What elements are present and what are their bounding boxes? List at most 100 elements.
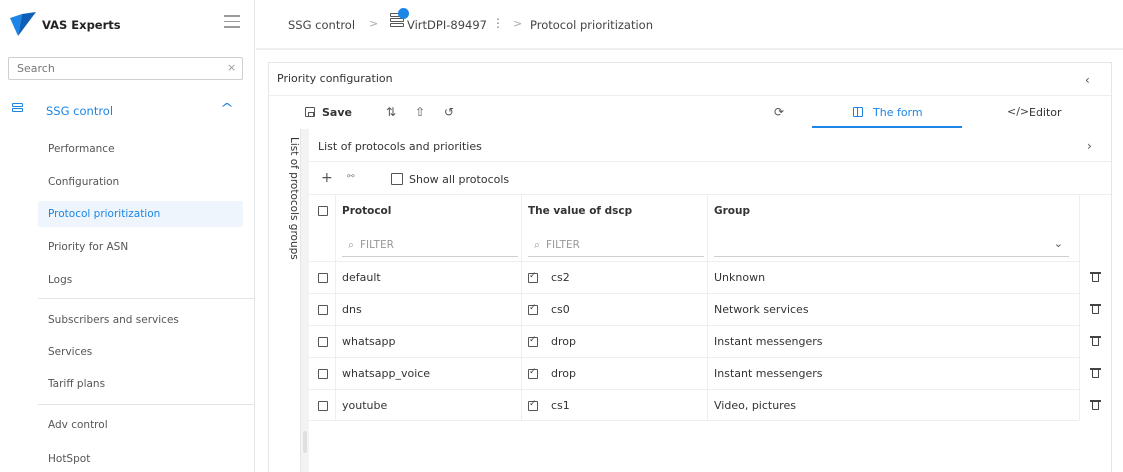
row-checkbox[interactable] — [318, 305, 328, 315]
dscp-cell: cs1 — [551, 399, 570, 412]
dscp-cell: cs2 — [551, 271, 570, 284]
sidebar-item-performance[interactable]: Performance — [38, 136, 243, 162]
sidebar-item-protocol-prioritization[interactable]: Protocol prioritization — [38, 201, 243, 227]
sidebar-section-label: SSG control — [46, 104, 114, 118]
dscp-cell: cs0 — [551, 303, 570, 316]
delete-icon[interactable] — [1090, 368, 1101, 378]
breadcrumb-ssg-control[interactable]: SSG control — [288, 18, 355, 32]
link-icon[interactable]: ⚯ — [347, 172, 355, 182]
group-cell: Video, pictures — [714, 399, 796, 412]
priority-configuration-panel: Priority configuration ‹ Save ⇅ ⇧ ↺ ⟳ Th… — [268, 62, 1112, 472]
delete-icon[interactable] — [1090, 272, 1101, 282]
scrollbar-thumb[interactable] — [303, 431, 307, 453]
chevron-up-icon[interactable]: ^ — [220, 101, 234, 115]
delete-icon[interactable] — [1090, 304, 1101, 314]
list-toolbar: + ⚯ Show all protocols — [309, 163, 1111, 195]
server-icon — [12, 103, 23, 114]
add-icon[interactable]: + — [321, 170, 333, 186]
column-header-dscp[interactable]: The value of dscp — [528, 205, 632, 217]
sidebar-divider — [38, 298, 255, 299]
search-icon: ⌕ — [348, 239, 354, 251]
search-icon: ⌕ — [534, 239, 540, 251]
delete-icon[interactable] — [1090, 400, 1101, 410]
row-checkbox[interactable] — [318, 369, 328, 379]
protocol-cell: youtube — [342, 399, 388, 412]
dscp-checkbox[interactable] — [528, 303, 538, 315]
menu-toggle-icon[interactable] — [224, 15, 240, 29]
sidebar-item-priority-for-asn[interactable]: Priority for ASN — [38, 234, 243, 260]
tab-editor[interactable]: </> Editor — [989, 96, 1099, 128]
protocol-list-panel: List of protocols and priorities › + ⚯ S… — [309, 129, 1111, 472]
show-all-protocols-checkbox[interactable] — [391, 173, 403, 185]
chevron-down-icon: ⌄ — [1053, 237, 1063, 250]
panel-toolbar: Save ⇅ ⇧ ↺ ⟳ The form </> Editor — [269, 95, 1111, 129]
table-row[interactable]: youtube cs1 Video, pictures — [309, 389, 1079, 421]
scrollbar[interactable] — [301, 129, 309, 472]
form-icon — [853, 107, 863, 117]
tab-label: The form — [873, 106, 923, 119]
filter-placeholder: FILTER — [546, 239, 580, 251]
brand-header: VAS Experts — [0, 0, 255, 50]
vas-experts-logo-icon — [10, 12, 36, 36]
sidebar-item-services[interactable]: Services — [38, 339, 243, 365]
row-checkbox[interactable] — [318, 337, 328, 347]
select-all-checkbox[interactable] — [318, 206, 328, 216]
breadcrumb-device[interactable]: VirtDPI-89497 — [407, 18, 487, 32]
panel-title: Priority configuration — [277, 72, 393, 85]
row-checkbox[interactable] — [318, 273, 328, 283]
dscp-cell: drop — [551, 367, 576, 380]
dscp-filter-input[interactable]: ⌕ FILTER — [528, 235, 704, 257]
save-button[interactable]: Save — [322, 106, 352, 119]
more-options-icon[interactable]: ⋮ — [492, 16, 504, 30]
column-header-group[interactable]: Group — [714, 205, 750, 217]
sidebar-item-adv-control[interactable]: Adv control — [38, 412, 243, 438]
table-row[interactable]: default cs2 Unknown — [309, 261, 1079, 293]
history-icon[interactable]: ↺ — [444, 105, 454, 119]
sidebar-item-hotspot[interactable]: HotSpot — [38, 446, 243, 472]
expand-icon[interactable]: › — [1087, 139, 1092, 153]
sidebar-divider — [38, 404, 255, 405]
sidebar-section-ssg-control[interactable]: SSG control ^ — [0, 97, 255, 123]
vertical-tab-label: List of protocols groups — [288, 137, 300, 260]
protocol-cell: default — [342, 271, 381, 284]
dscp-checkbox[interactable] — [528, 367, 538, 379]
group-filter-select[interactable]: ⌄ — [714, 235, 1069, 257]
tab-label: Editor — [1029, 106, 1062, 119]
filter-placeholder: FILTER — [360, 239, 394, 251]
vertical-tab-protocol-groups[interactable]: List of protocols groups — [269, 129, 301, 472]
delete-icon[interactable] — [1090, 336, 1101, 346]
protocol-cell: dns — [342, 303, 362, 316]
group-cell: Instant messengers — [714, 335, 823, 348]
sidebar-item-tariff-plans[interactable]: Tariff plans — [38, 371, 243, 397]
save-icon[interactable] — [305, 107, 315, 117]
dscp-checkbox[interactable] — [528, 399, 538, 411]
sidebar: VAS Experts × SSG control ^ Performance … — [0, 0, 255, 472]
tab-the-form[interactable]: The form — [812, 96, 962, 128]
breadcrumb: SSG control > VirtDPI-89497 ⋮ > Protocol… — [256, 0, 1123, 50]
table-row[interactable]: whatsapp_voice drop Instant messengers — [309, 357, 1079, 389]
dscp-cell: drop — [551, 335, 576, 348]
code-icon: </> — [1007, 105, 1030, 118]
group-cell: Instant messengers — [714, 367, 823, 380]
row-checkbox[interactable] — [318, 401, 328, 411]
column-header-protocol[interactable]: Protocol — [342, 205, 391, 217]
list-header: List of protocols and priorities › — [309, 129, 1111, 162]
table-row[interactable]: dns cs0 Network services — [309, 293, 1079, 325]
protocol-cell: whatsapp — [342, 335, 396, 348]
dscp-checkbox[interactable] — [528, 271, 538, 283]
dscp-checkbox[interactable] — [528, 335, 538, 347]
sidebar-search-input[interactable] — [8, 57, 243, 80]
table-row[interactable]: whatsapp drop Instant messengers — [309, 325, 1079, 357]
sync-icon[interactable]: ⇅ — [386, 105, 396, 119]
upload-icon[interactable]: ⇧ — [415, 105, 425, 119]
list-title: List of protocols and priorities — [318, 140, 482, 153]
sidebar-item-subscribers-and-services[interactable]: Subscribers and services — [38, 307, 243, 333]
breadcrumb-separator: > — [513, 17, 523, 30]
sidebar-item-configuration[interactable]: Configuration — [38, 169, 243, 195]
collapse-panel-icon[interactable]: ‹ — [1085, 73, 1090, 87]
sidebar-item-logs[interactable]: Logs — [38, 267, 243, 293]
refresh-icon[interactable]: ⟳ — [774, 105, 784, 119]
breadcrumb-current-page: Protocol prioritization — [530, 18, 653, 32]
clear-search-icon[interactable]: × — [227, 61, 236, 74]
protocol-filter-input[interactable]: ⌕ FILTER — [342, 235, 518, 257]
